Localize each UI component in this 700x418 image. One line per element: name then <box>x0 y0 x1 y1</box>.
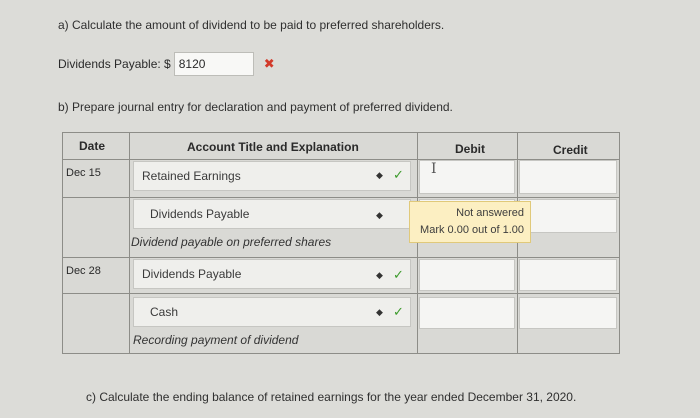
dividends-payable-label: Dividends Payable: $ <box>58 57 171 71</box>
dividends-payable-row: Dividends Payable: $ 8120 ✖ <box>58 52 275 76</box>
status-not-answered: Not answered Mark 0.00 out of 1.00 <box>409 201 531 243</box>
dividends-payable-input[interactable]: 8120 <box>173 52 254 76</box>
select-arrow-icon: ◆ <box>376 210 383 220</box>
row4-account-value: Cash <box>150 305 179 319</box>
header-credit: Credit <box>553 143 588 157</box>
row3-date: Dec 28 <box>66 265 101 277</box>
row3-credit-input[interactable] <box>519 259 617 291</box>
select-arrow-icon: ◆ <box>376 270 383 280</box>
question-a: a) Calculate the amount of dividend to b… <box>58 18 445 32</box>
row4-credit-input[interactable] <box>519 297 617 329</box>
select-arrow-icon: ◆ <box>376 170 383 180</box>
header-account: Account Title and Explanation <box>187 140 359 154</box>
question-c: c) Calculate the ending balance of retai… <box>86 390 577 404</box>
row3-debit-input[interactable] <box>419 259 515 291</box>
row3-account-select[interactable]: Dividends Payable <box>133 259 411 289</box>
row4-account-select[interactable]: Cash <box>133 297 411 327</box>
row2-credit-input[interactable] <box>519 199 617 233</box>
row1-credit-input[interactable] <box>519 160 617 194</box>
row2-account-value: Dividends Payable <box>150 207 250 221</box>
row4-memo: Recording payment of dividend <box>133 333 299 347</box>
status-line2: Mark 0.00 out of 1.00 <box>420 224 524 236</box>
row1-account-value: Retained Earnings <box>142 169 241 183</box>
row3-account-value: Dividends Payable <box>142 267 242 281</box>
check-icon: ✓ <box>393 267 404 282</box>
header-debit: Debit <box>455 142 485 156</box>
row2-account-select[interactable]: Dividends Payable <box>133 199 411 229</box>
check-icon: ✓ <box>393 167 404 182</box>
header-date: Date <box>79 139 106 153</box>
journal-entry-table: Date Account Title and Explanation Debit… <box>62 132 620 354</box>
row1-account-select[interactable]: Retained Earnings <box>133 161 411 191</box>
row1-date: Dec 15 <box>66 167 101 179</box>
question-b: b) Prepare journal entry for declaration… <box>58 100 453 114</box>
check-icon: ✓ <box>393 304 404 319</box>
row2-memo: Dividend payable on preferred shares <box>131 235 332 249</box>
cross-icon: ✖ <box>263 56 275 71</box>
status-line1: Not answered <box>456 207 524 219</box>
select-arrow-icon: ◆ <box>376 307 383 317</box>
row4-debit-input[interactable] <box>419 297 515 329</box>
text-cursor-icon: I <box>431 161 437 177</box>
